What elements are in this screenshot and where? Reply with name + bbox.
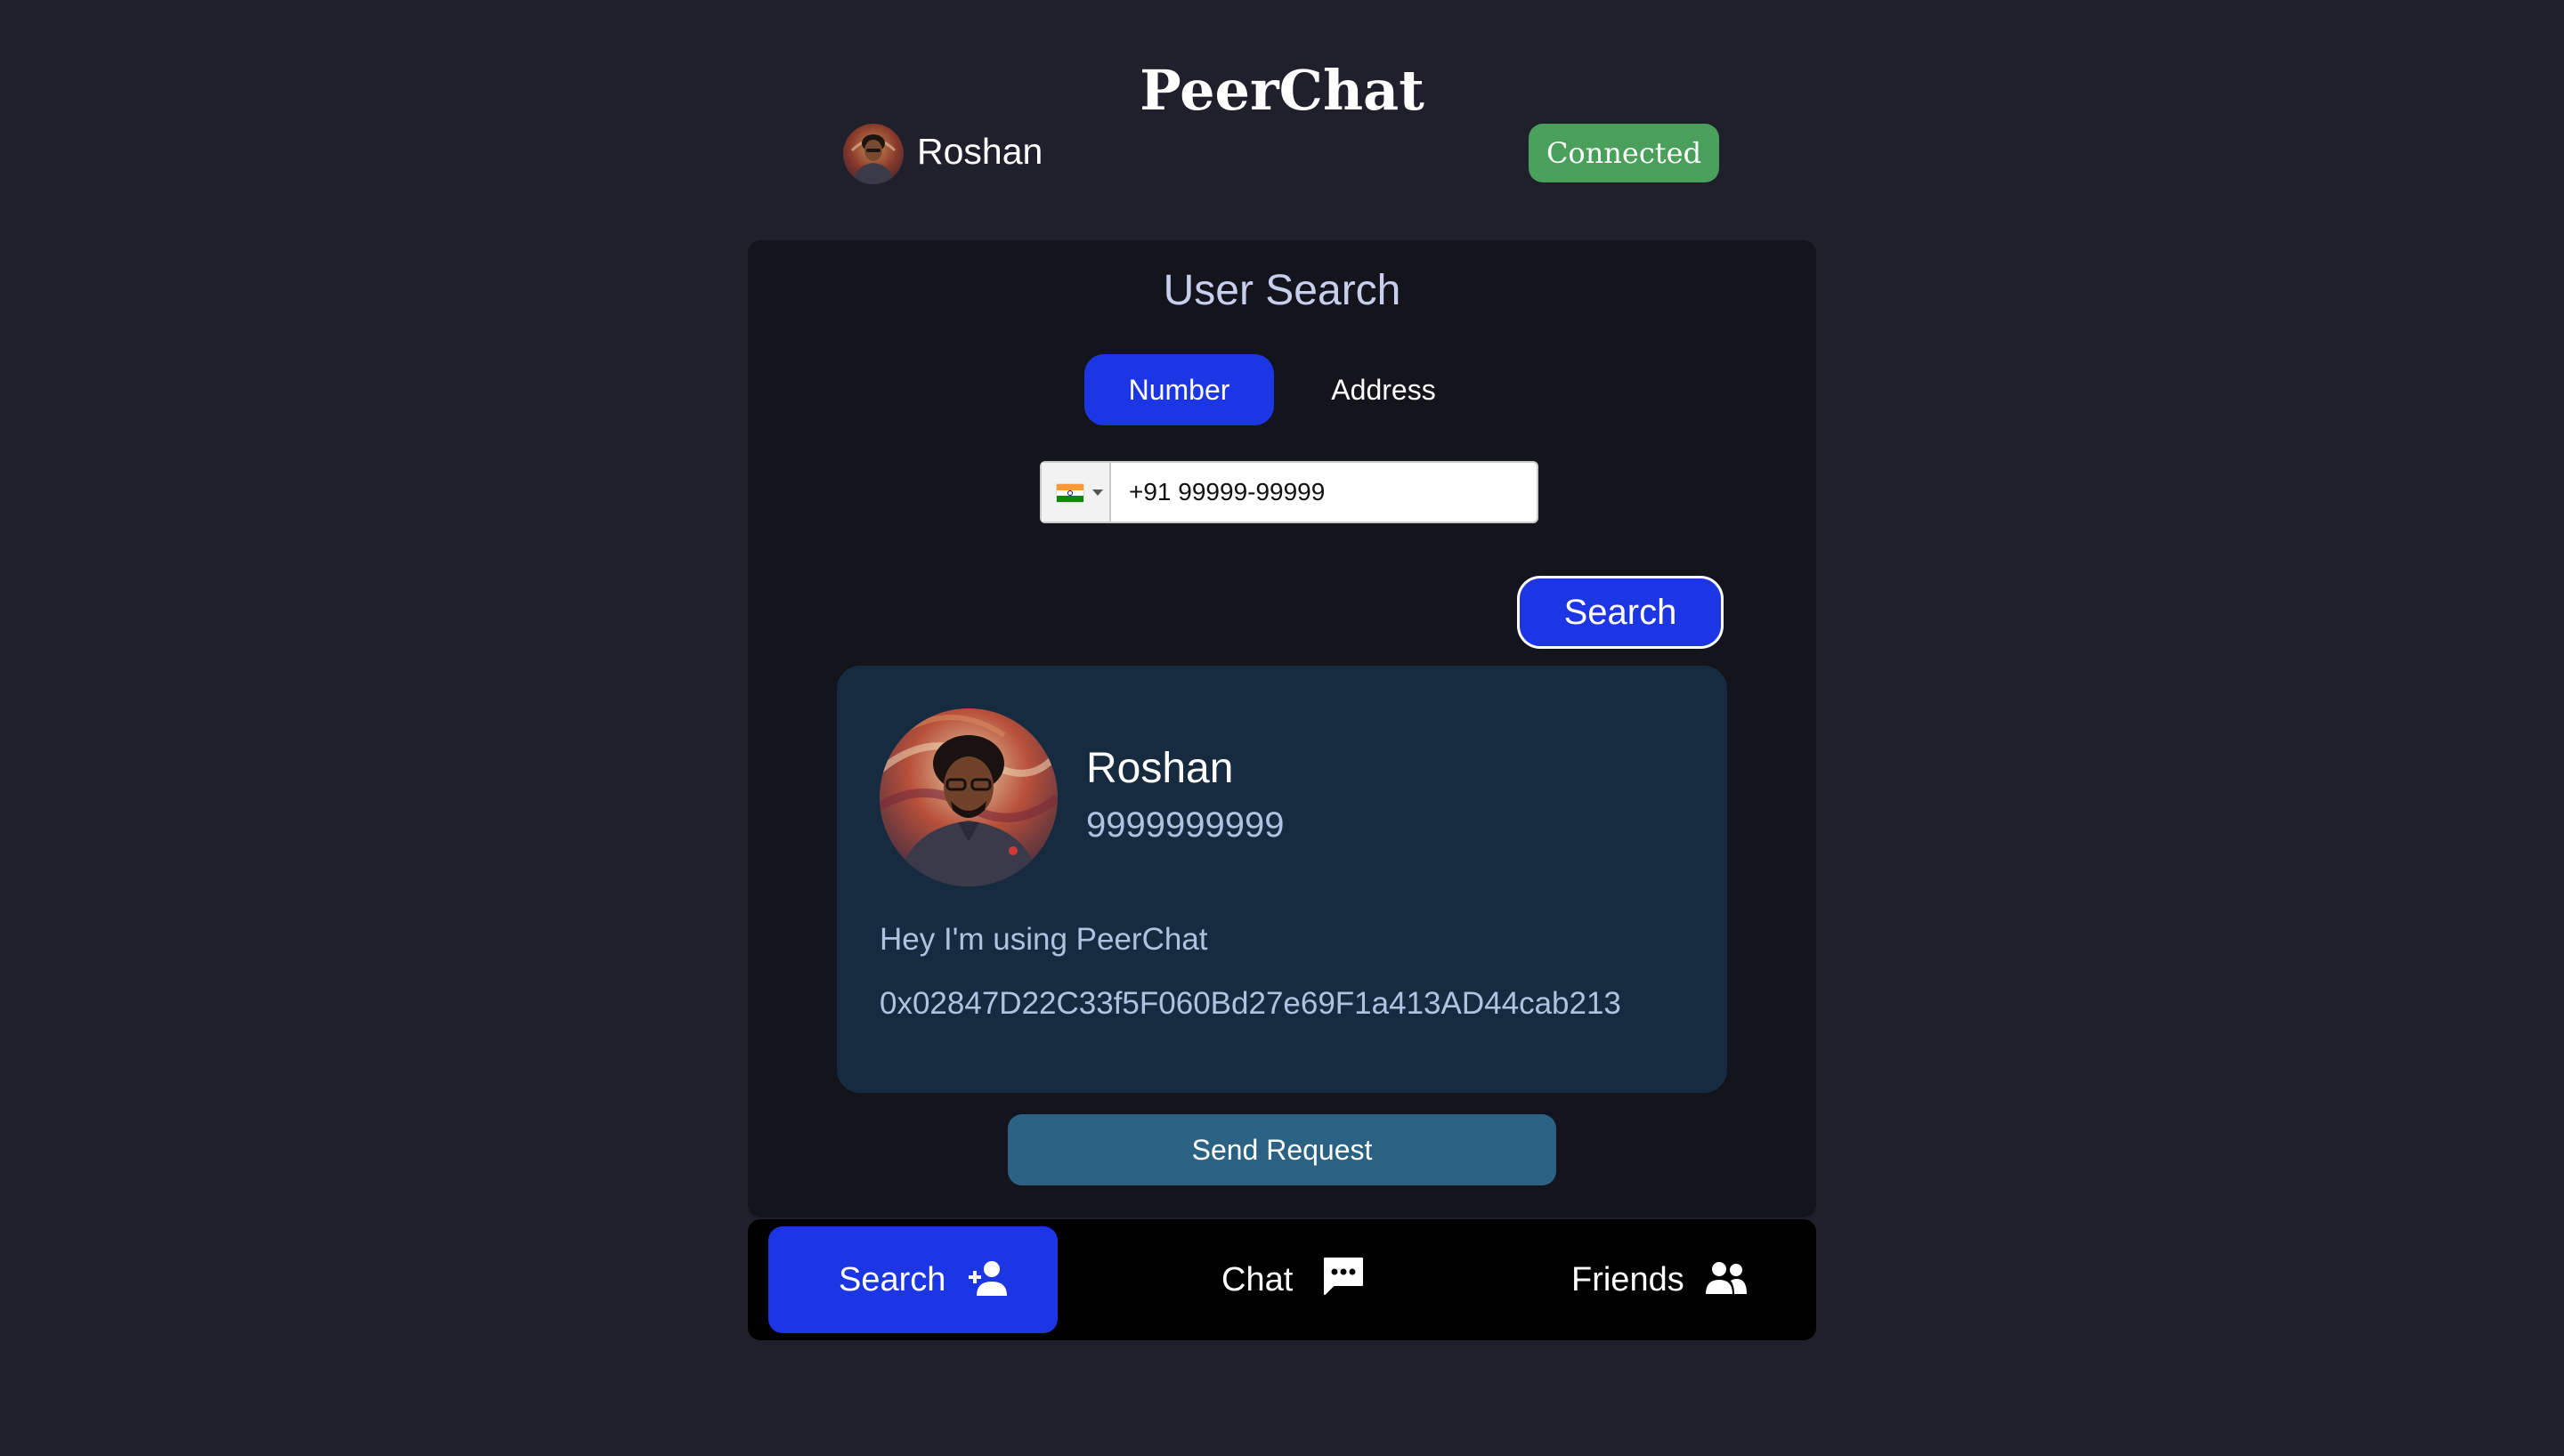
nav-friends[interactable]: Friends <box>1540 1226 1789 1333</box>
people-icon <box>1704 1260 1749 1296</box>
phone-number-input[interactable] <box>1116 470 1526 514</box>
add-user-icon <box>966 1258 1009 1298</box>
nav-search[interactable]: Search <box>768 1226 1058 1333</box>
result-number: 9999999999 <box>1086 805 1285 845</box>
phone-input-group <box>1040 461 1538 523</box>
avatar-image <box>880 708 1058 886</box>
user-avatar[interactable] <box>843 124 904 184</box>
country-select[interactable] <box>1042 463 1111 522</box>
tab-number[interactable]: Number <box>1084 354 1274 425</box>
nav-chat[interactable]: Chat <box>1175 1226 1442 1333</box>
send-request-button[interactable]: Send Request <box>1008 1114 1556 1185</box>
chat-bubble-icon <box>1321 1255 1366 1299</box>
app-title: PeerChat <box>1140 58 1424 123</box>
caret-down-icon <box>1092 489 1103 496</box>
panel-title: User Search <box>1163 267 1401 314</box>
nav-chat-label: Chat <box>1221 1261 1294 1298</box>
user-name: Roshan <box>917 131 1043 172</box>
result-wallet-address: 0x02847D22C33f5F060Bd27e69F1a413AD44cab2… <box>880 986 1621 1021</box>
tab-address[interactable]: Address <box>1291 354 1476 425</box>
india-flag-icon <box>1057 484 1083 502</box>
result-status-message: Hey I'm using PeerChat <box>880 922 1208 957</box>
avatar-image <box>843 124 904 184</box>
search-button[interactable]: Search <box>1517 576 1724 649</box>
nav-search-label: Search <box>839 1261 946 1298</box>
nav-friends-label: Friends <box>1571 1261 1684 1298</box>
connection-status-badge: Connected <box>1529 124 1719 182</box>
result-avatar <box>880 708 1058 886</box>
result-name: Roshan <box>1086 745 1234 792</box>
